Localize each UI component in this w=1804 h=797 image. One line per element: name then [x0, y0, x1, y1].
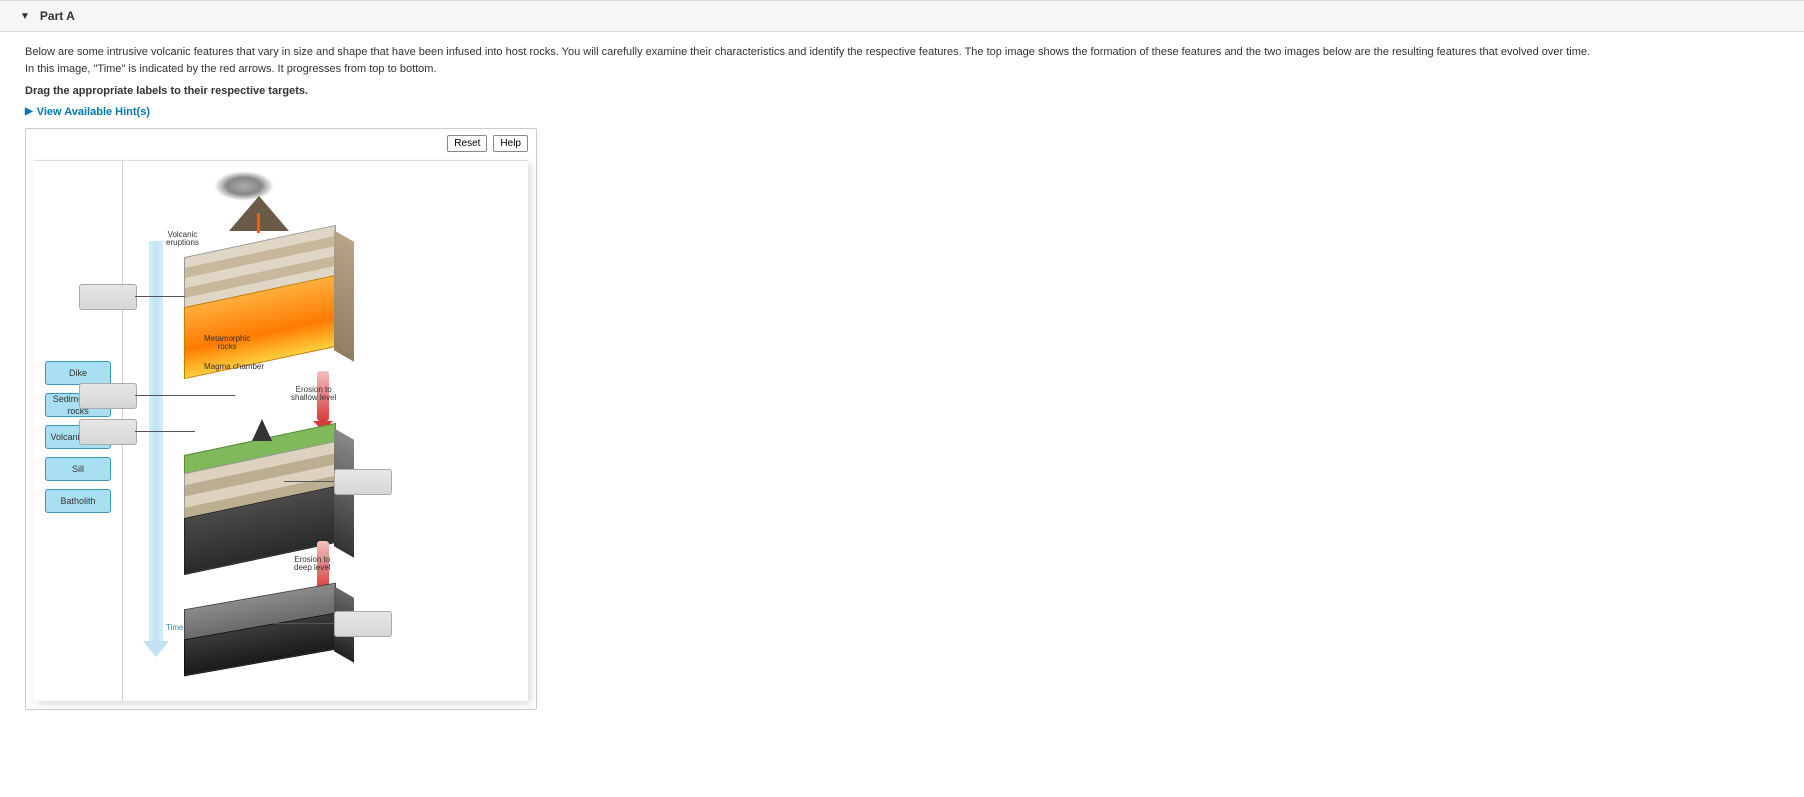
work-area: Dike Sedimentary rocks Volcanic neck Sil… [34, 160, 528, 701]
volcanic-eruptions-label: Volcanic eruptions [166, 231, 199, 249]
workspace-toolbar: Reset Help [26, 129, 536, 152]
lead-line-2 [135, 395, 235, 396]
content-area: Below are some intrusive volcanic featur… [0, 32, 1804, 722]
erosion-shallow-label: Erosion to shallow level [291, 386, 336, 404]
block-middle [184, 421, 334, 561]
time-label: Time [166, 623, 183, 632]
reset-button[interactable]: Reset [447, 135, 487, 152]
view-hints-link[interactable]: ▶ View Available Hint(s) [25, 106, 150, 118]
metamorphic-rocks-label: Metamorphic rocks [204, 335, 250, 353]
drop-target-1[interactable] [79, 284, 137, 310]
label-batholith[interactable]: Batholith [45, 489, 111, 513]
drop-target-5[interactable] [334, 611, 392, 637]
workspace: Reset Help Dike Sedimentary rocks Volcan… [25, 128, 537, 710]
caret-right-icon: ▶ [25, 106, 33, 117]
drop-target-3[interactable] [79, 419, 137, 445]
erosion-deep-label: Erosion to deep level [294, 556, 330, 574]
block-bottom [184, 581, 334, 661]
part-header[interactable]: ▼ Part A [0, 0, 1804, 32]
lead-line-4 [284, 481, 334, 482]
drop-target-4[interactable] [334, 469, 392, 495]
part-title: Part A [40, 9, 75, 23]
label-dike[interactable]: Dike [45, 361, 111, 385]
time-arrow-icon [149, 241, 163, 641]
block-top [184, 221, 334, 381]
volcanic-neck-shape-icon [252, 419, 272, 441]
lead-line-5 [274, 623, 334, 624]
drop-target-2[interactable] [79, 383, 137, 409]
hints-label: View Available Hint(s) [37, 106, 150, 118]
help-button[interactable]: Help [493, 135, 528, 152]
description-text: Below are some intrusive volcanic featur… [25, 44, 1779, 77]
lead-line-1 [135, 296, 185, 297]
lead-line-3 [135, 431, 195, 432]
collapse-caret-icon: ▼ [20, 11, 30, 22]
magma-chamber-label: Magma chamber [204, 363, 264, 372]
instruction-text: Drag the appropriate labels to their res… [25, 85, 1779, 97]
label-sill[interactable]: Sill [45, 457, 111, 481]
